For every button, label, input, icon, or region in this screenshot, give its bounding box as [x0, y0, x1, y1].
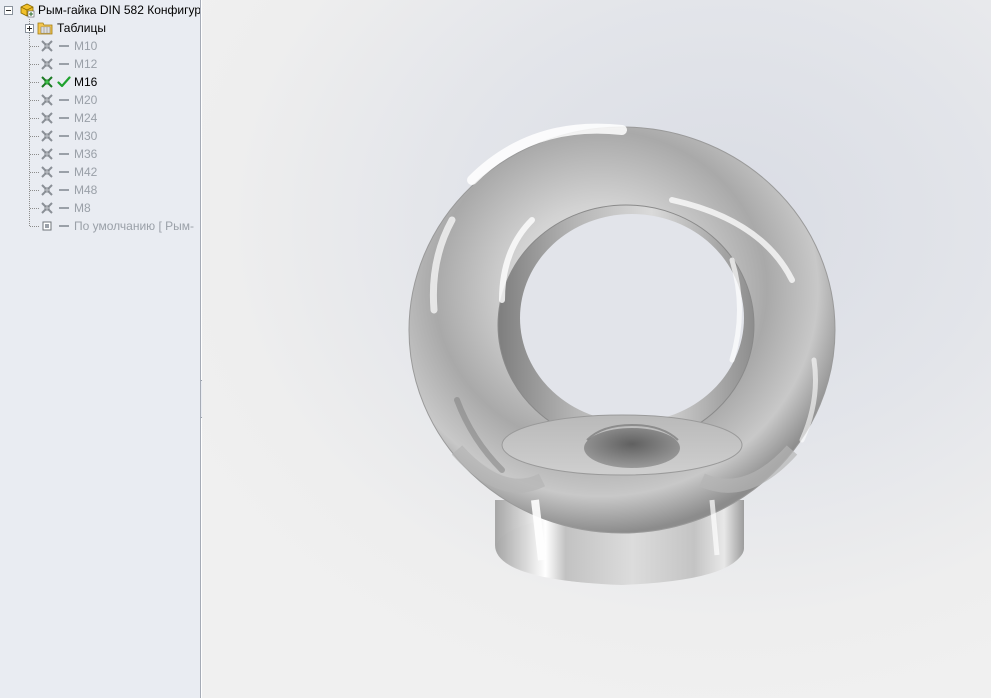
part-config-icon: [20, 3, 35, 18]
dash-icon: [57, 219, 71, 233]
tree-folder-tables[interactable]: Таблицы: [25, 19, 106, 37]
tree-config-item[interactable]: M48: [40, 181, 97, 199]
config-label: M8: [74, 201, 91, 215]
tree-root-label: Рым-гайка DIN 582 Конфигур: [38, 3, 201, 17]
collapse-toggle[interactable]: [4, 5, 13, 15]
configuration-icon: [41, 148, 53, 160]
tree-connector: [30, 100, 39, 101]
configuration-manager-panel: Рым-гайка DIN 582 Конфигур Таблицы M10 M…: [0, 0, 201, 698]
tree-config-item[interactable]: M42: [40, 163, 97, 181]
dash-icon: [57, 111, 71, 125]
config-label: M20: [74, 93, 98, 107]
config-label: M16: [74, 75, 98, 89]
configuration-icon: [41, 58, 53, 70]
expand-toggle[interactable]: [25, 23, 34, 33]
dash-icon: [57, 39, 71, 53]
tree-connector: [30, 226, 39, 227]
configuration-icon: [41, 184, 53, 196]
tree-connector: [30, 82, 39, 83]
config-label: M10: [74, 39, 98, 53]
config-label: M36: [74, 147, 98, 161]
default-config-icon: [42, 221, 52, 231]
eye-nut-3d-model: [408, 123, 836, 585]
tree-config-item-active[interactable]: M16: [40, 73, 97, 91]
config-label: M42: [74, 165, 98, 179]
config-label: M24: [74, 111, 98, 125]
tree-config-item[interactable]: M36: [40, 145, 97, 163]
configuration-icon: [41, 166, 53, 178]
tree-config-item[interactable]: M30: [40, 127, 97, 145]
tree-root-node[interactable]: Рым-гайка DIN 582 Конфигур: [4, 1, 201, 19]
dash-icon: [57, 57, 71, 71]
tree-connector: [30, 190, 39, 191]
tree-config-item[interactable]: M10: [40, 37, 97, 55]
configuration-icon: [41, 94, 53, 106]
threaded-hole: [584, 428, 680, 468]
graphics-viewport[interactable]: [202, 0, 991, 698]
tree-connector: [29, 19, 30, 226]
config-label: M30: [74, 129, 98, 143]
dash-icon: [57, 201, 71, 215]
table-folder-icon: [37, 22, 53, 35]
dash-icon: [57, 183, 71, 197]
checkmark-icon: [57, 75, 71, 89]
tree-config-item[interactable]: M24: [40, 109, 97, 127]
configuration-icon: [41, 130, 53, 142]
tree-config-item[interactable]: M20: [40, 91, 97, 109]
tree-config-item[interactable]: M12: [40, 55, 97, 73]
solidworks-window: Рым-гайка DIN 582 Конфигур Таблицы M10 M…: [0, 0, 991, 698]
tree-folder-label: Таблицы: [57, 21, 107, 35]
tree-connector: [30, 64, 39, 65]
tree-config-item[interactable]: M8: [40, 199, 91, 217]
tree-connector: [30, 46, 39, 47]
configuration-icon: [41, 76, 53, 88]
dash-icon: [57, 147, 71, 161]
tree-config-default[interactable]: По умолчанию [ Рым-: [40, 217, 194, 235]
dash-icon: [57, 165, 71, 179]
config-label: M48: [74, 183, 98, 197]
configuration-icon: [41, 40, 53, 52]
dash-icon: [57, 129, 71, 143]
ring-hole-background: [520, 214, 744, 422]
configuration-icon: [41, 112, 53, 124]
dash-icon: [57, 93, 71, 107]
tree-connector: [30, 136, 39, 137]
tree-connector: [30, 118, 39, 119]
tree-connector: [30, 172, 39, 173]
tree-connector: [30, 154, 39, 155]
config-label: M12: [74, 57, 98, 71]
tree-connector: [30, 208, 39, 209]
configuration-icon: [41, 202, 53, 214]
config-label: По умолчанию [ Рым-: [74, 219, 195, 233]
